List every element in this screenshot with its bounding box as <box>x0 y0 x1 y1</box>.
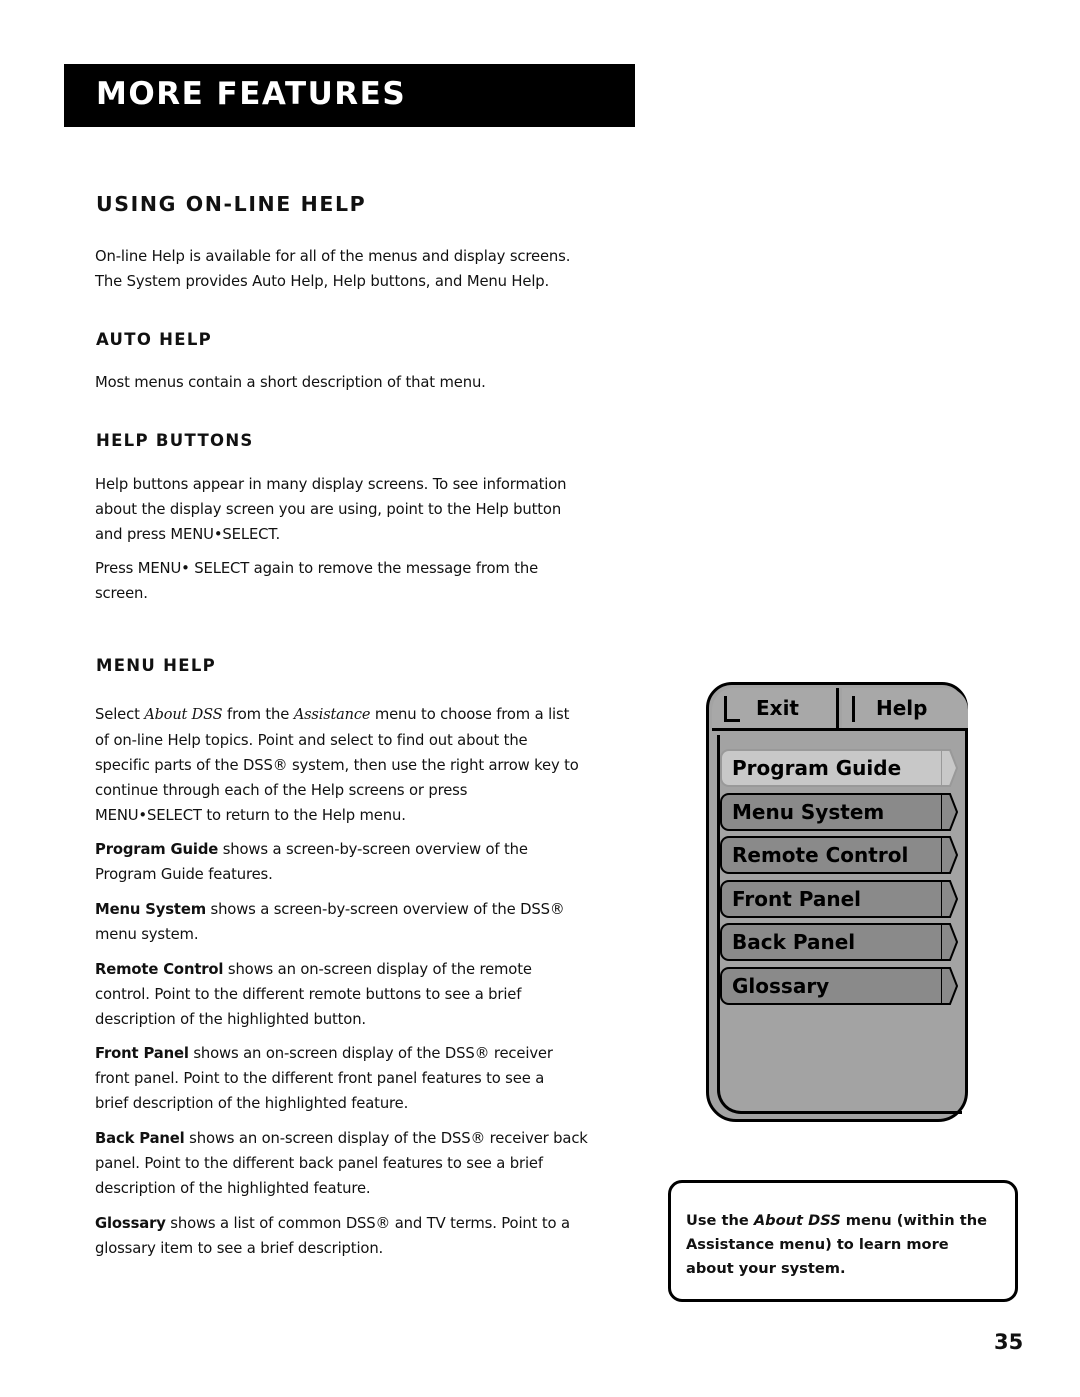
arrow-tip-icon <box>941 966 958 1005</box>
section-title: Using On-line Help <box>96 192 367 216</box>
arrow-tip-icon <box>941 836 958 875</box>
auto-help-text: Most menus contain a short description o… <box>95 374 486 391</box>
topic-front-panel: Front Panel shows an on-screen display o… <box>95 1045 553 1112</box>
arrow-tip-icon <box>941 879 958 918</box>
exit-tab[interactable]: Exit <box>712 688 839 728</box>
menu-item-menu-system[interactable]: Menu System <box>720 792 958 831</box>
section-banner: More Features <box>64 64 635 127</box>
menu-help-heading: Menu Help <box>96 656 217 675</box>
help-topic-list: Program Guide Menu System Remote Control… <box>720 749 958 1011</box>
menu-help-intro: Select About DSS from the Assistance men… <box>95 706 579 824</box>
help-buttons-paragraph-1: Help buttons appear in many display scre… <box>95 476 567 543</box>
menu-item-glossary[interactable]: Glossary <box>720 966 958 1005</box>
help-buttons-heading: Help Buttons <box>96 431 254 450</box>
tab-corner-icon <box>852 696 855 722</box>
topic-glossary: Glossary shows a list of common DSS® and… <box>95 1215 570 1257</box>
menu-item-program-guide[interactable]: Program Guide <box>720 749 958 787</box>
menu-item-front-panel[interactable]: Front Panel <box>720 879 958 918</box>
page-number: 35 <box>994 1330 1024 1354</box>
auto-help-heading: Auto Help <box>96 330 213 349</box>
help-tab[interactable]: Help <box>842 688 968 728</box>
arrow-tip-icon <box>941 749 958 787</box>
menu-item-remote-control[interactable]: Remote Control <box>720 836 958 875</box>
banner-title: More Features <box>96 76 407 112</box>
topic-menu-system: Menu System shows a screen-by-screen ove… <box>95 901 565 943</box>
tab-corner-icon <box>724 696 740 722</box>
topic-program-guide: Program Guide shows a screen-by-screen o… <box>95 841 528 883</box>
arrow-tip-icon <box>941 792 958 831</box>
menu-item-back-panel[interactable]: Back Panel <box>720 923 958 962</box>
topic-remote-control: Remote Control shows an on-screen displa… <box>95 961 532 1028</box>
topic-back-panel: Back Panel shows an on-screen display of… <box>95 1130 588 1197</box>
arrow-tip-icon <box>941 923 958 962</box>
tip-text: Use the About DSS menu (within the Assis… <box>686 1212 988 1277</box>
tip-callout: Use the About DSS menu (within the Assis… <box>668 1180 1018 1302</box>
help-menu-screenshot: Exit Help Program Guide Menu System Remo… <box>706 682 972 1125</box>
intro-paragraph: On-line Help is available for all of the… <box>95 248 571 290</box>
menu-tabs: Exit Help <box>712 688 968 731</box>
help-buttons-paragraph-2: Press MENU• SELECT again to remove the m… <box>95 560 539 602</box>
